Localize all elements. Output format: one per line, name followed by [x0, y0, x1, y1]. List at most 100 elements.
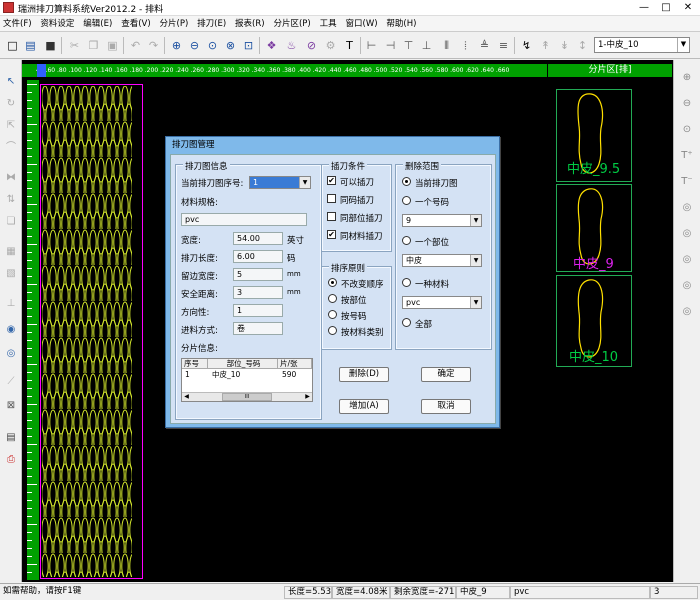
print-icon[interactable]: ⎙	[3, 452, 19, 468]
menu-view[interactable]: 查看(V)	[118, 16, 153, 32]
material-spec-field[interactable]: pvc	[181, 213, 307, 226]
eye-3-icon[interactable]: ◎	[679, 252, 695, 268]
shoe-icon[interactable]: ♨	[283, 37, 300, 54]
line-icon[interactable]: ⟋	[3, 374, 19, 390]
sort-icon[interactable]: ↯	[518, 37, 535, 54]
undo-icon[interactable]: ↶	[127, 37, 144, 54]
select-icon[interactable]: ↖	[3, 74, 19, 90]
zoom-in-icon[interactable]: ⊕	[168, 37, 185, 54]
radio-button[interactable]	[402, 177, 411, 186]
ungroup-icon[interactable]: ▧	[3, 266, 19, 282]
maximize-button[interactable]: □	[656, 0, 676, 15]
move-icon[interactable]: ⇱	[3, 118, 19, 134]
align-right-icon[interactable]: ⊣	[382, 37, 399, 54]
menu-file[interactable]: 文件(F)	[0, 16, 35, 32]
text-down-icon[interactable]: T⁻	[679, 174, 695, 190]
zoom-out-right-icon[interactable]: ⊖	[679, 96, 695, 112]
menu-report[interactable]: 报表(R)	[232, 16, 268, 32]
open-folder-icon[interactable]: ▤	[22, 37, 39, 54]
radio-button[interactable]	[328, 278, 337, 287]
copy-piece-icon[interactable]: ❏	[3, 214, 19, 230]
radio-button[interactable]	[402, 278, 411, 287]
align-left-icon[interactable]: ⊢	[363, 37, 380, 54]
text-icon[interactable]: T	[341, 37, 358, 54]
cross-icon[interactable]: ⊠	[3, 398, 19, 414]
checkbox[interactable]	[327, 194, 336, 203]
eye-2-icon[interactable]: ◎	[679, 226, 695, 242]
piece-select[interactable]: 1-中皮_10 ▼	[594, 37, 690, 53]
ok-button[interactable]: 确定	[421, 367, 471, 382]
close-button[interactable]: ✕	[678, 0, 698, 15]
zoom-area-icon[interactable]: ⊙	[204, 37, 221, 54]
checkbox[interactable]	[327, 212, 336, 221]
radio-button[interactable]	[402, 236, 411, 245]
scroll-thumb[interactable]: III	[222, 393, 272, 401]
paste-icon[interactable]: ▣	[104, 37, 121, 54]
zoom-out-icon[interactable]: ⊖	[186, 37, 203, 54]
radio-button[interactable]	[328, 310, 337, 319]
direction-field[interactable]: 1	[233, 304, 283, 317]
radio-button[interactable]	[402, 196, 411, 205]
nested-pieces-strip[interactable]	[40, 84, 143, 579]
menu-data-settings[interactable]: 资料设定	[37, 16, 77, 32]
piece-card-selected[interactable]: 中皮_9	[556, 184, 632, 272]
piece-card[interactable]: 中皮_10	[556, 275, 632, 367]
zoom-window-right-icon[interactable]: ⊙	[679, 122, 695, 138]
part-select[interactable]: 中皮 ▼	[402, 254, 482, 267]
sort-desc-icon[interactable]: ↡	[556, 37, 573, 54]
add-button[interactable]: 增加(A)	[339, 399, 389, 414]
flip-icon[interactable]: ⇅	[3, 192, 19, 208]
sort-reset-icon[interactable]: ↕	[574, 37, 591, 54]
eye-4-icon[interactable]: ◎	[679, 278, 695, 294]
menu-edit[interactable]: 编辑(E)	[80, 16, 115, 32]
group-icon[interactable]: ▦	[3, 244, 19, 260]
settings-icon[interactable]: ⚙	[322, 37, 339, 54]
scroll-left-icon[interactable]: ◀	[182, 393, 191, 401]
distribute-h-icon[interactable]: ⫴	[438, 37, 455, 54]
new-file-icon[interactable]: □	[4, 37, 21, 54]
menu-piece[interactable]: 分片(P)	[157, 16, 192, 32]
width-field[interactable]: 54.00	[233, 232, 283, 245]
mirror-icon[interactable]: ⧓	[3, 170, 19, 186]
text-up-icon[interactable]: T⁺	[679, 148, 695, 164]
signal-icon[interactable]: ◉	[3, 322, 19, 338]
cancel-button[interactable]: 取消	[421, 399, 471, 414]
document-icon[interactable]: ▤	[3, 430, 19, 446]
center-v-icon[interactable]: ≡	[495, 37, 512, 54]
scroll-right-icon[interactable]: ▶	[303, 393, 312, 401]
curve-icon[interactable]: ⌒	[3, 140, 19, 156]
radio-button[interactable]	[402, 318, 411, 327]
safe-distance-field[interactable]: 3	[233, 286, 283, 299]
menu-window[interactable]: 窗口(W)	[343, 16, 381, 32]
eye-5-icon[interactable]: ◎	[679, 304, 695, 320]
distribute-v-icon[interactable]: ⦙	[457, 37, 474, 54]
save-icon[interactable]: ■	[42, 37, 59, 54]
piece-card[interactable]: 中皮_9.5	[556, 89, 632, 182]
material-select[interactable]: pvc ▼	[402, 296, 482, 309]
nest-icon[interactable]: ❖	[263, 37, 280, 54]
align-top-icon[interactable]: ⊤	[400, 37, 417, 54]
length-field[interactable]: 6.00	[233, 250, 283, 263]
step-icon[interactable]: ⊥	[3, 296, 19, 312]
center-h-icon[interactable]: ≜	[476, 37, 493, 54]
redo-icon[interactable]: ↷	[145, 37, 162, 54]
copy-icon[interactable]: ❐	[85, 37, 102, 54]
menu-piece-area[interactable]: 分片区(P)	[270, 16, 313, 32]
minimize-button[interactable]: —	[634, 0, 654, 15]
rotate-icon[interactable]: ↻	[3, 96, 19, 112]
zoom-in-right-icon[interactable]: ⊕	[679, 70, 695, 86]
table-scrollbar[interactable]: ◀ III ▶	[182, 392, 312, 401]
sort-asc-icon[interactable]: ↟	[537, 37, 554, 54]
menu-help[interactable]: 帮助(H)	[383, 16, 419, 32]
align-bottom-icon[interactable]: ⊥	[418, 37, 435, 54]
wifi-icon[interactable]: ◎	[3, 346, 19, 362]
checkbox[interactable]: ✔	[327, 230, 336, 239]
margin-field[interactable]: 5	[233, 268, 283, 281]
radio-button[interactable]	[328, 326, 337, 335]
eye-icon[interactable]: ◎	[679, 200, 695, 216]
size-select[interactable]: 9 ▼	[402, 214, 482, 227]
cut-icon[interactable]: ✂	[66, 37, 83, 54]
checkbox[interactable]: ✔	[327, 176, 336, 185]
radio-button[interactable]	[328, 294, 337, 303]
zoom-fit-icon[interactable]: ⊗	[222, 37, 239, 54]
